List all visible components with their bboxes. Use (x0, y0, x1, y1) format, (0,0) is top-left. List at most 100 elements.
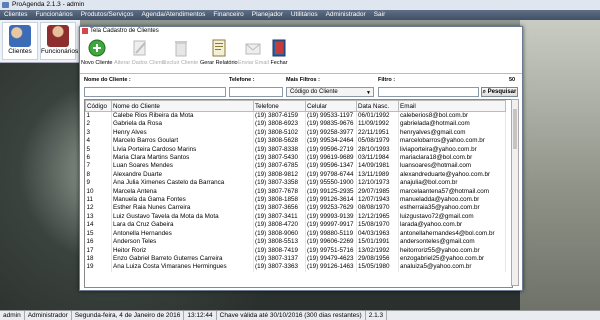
table-cell: anajulia@bol.com.br (398, 179, 506, 188)
alterar-cliente-button[interactable]: Alterar Dados Cliente (114, 38, 166, 66)
table-cell: (19) 3807-8338 (253, 145, 306, 155)
table-cell: (19) 99126-1463 (305, 263, 357, 272)
left-shortcut-panel: Clientes Funcionários (0, 20, 80, 63)
table-cell: (19) 99125-2935 (305, 187, 357, 197)
funcionarios-shortcut-button[interactable]: Funcionários (40, 22, 78, 60)
table-cell: 8 (85, 170, 112, 180)
menu-sair[interactable]: Sair (370, 10, 390, 20)
table-cell: 08/08/1970 (356, 204, 399, 213)
table-row[interactable]: 19 Ana Luiza Costa Vimaranes Hermingues (1… (85, 263, 506, 272)
table-cell: 05/08/1979 (356, 137, 399, 146)
table-cell: Ana Luiza Costa Vimaranes Hermingues (111, 263, 254, 272)
table-cell: antonellahernandes4@bol.com.br (398, 229, 506, 239)
column-header-codigo[interactable]: Código (85, 100, 112, 112)
table-cell: (19) 3807-6785 (253, 162, 306, 171)
table-cell: 5 (85, 145, 112, 155)
window-title: ProAgenda 2.1.3 - admin (12, 1, 85, 8)
mais-filtros-value: Código do Cliente (290, 89, 338, 95)
gerar-relatorio-label: Gerar Relatório (200, 60, 238, 66)
table-cell: (19) 3808-9812 (253, 170, 306, 180)
table-row[interactable]: 17 Heitor Roriz (19) 3808-7419 (19) 99751-5… (85, 246, 506, 255)
table-row[interactable]: 15 Antonella Hernandes (19) 3808-9060 (19) … (85, 229, 506, 239)
column-header-nome[interactable]: Nome do Cliente (111, 100, 254, 112)
table-row[interactable]: 7 Luan Soares Mendes (19) 3807-6785 (19) 99… (85, 162, 506, 171)
menu-clientes[interactable]: Clientes (0, 10, 31, 20)
excluir-cliente-button[interactable]: Excluir Cliente (163, 38, 198, 66)
menu-administrador[interactable]: Administrador (322, 10, 370, 20)
table-cell: mariaclara18@bol.com.br (398, 154, 506, 163)
app-icon (2, 2, 9, 8)
table-row[interactable]: 11 Manuela da Gama Fontes (19) 3808-1858 (1… (85, 196, 506, 205)
dialog-icon (82, 28, 88, 34)
table-cell: Maria Clara Martins Santos (111, 154, 254, 163)
table-row[interactable]: 2 Gabriela da Rosa (19) 3808-6923 (19) 9983… (85, 120, 506, 129)
nome-cliente-input[interactable] (84, 87, 226, 97)
table-cell: 7 (85, 162, 112, 171)
table-row[interactable]: 9 Ana Julia Ximenes Castelo da Barranca (1… (85, 179, 506, 188)
table-cell: liviaporteira@yahoo.com.br (398, 145, 506, 155)
table-row[interactable]: 4 Marcelo Barros Goulart (19) 3808-5628 (19… (85, 137, 506, 146)
menu-utilitarios[interactable]: Utilitários (287, 10, 322, 20)
table-cell: Henry Alves (111, 128, 254, 138)
fechar-button[interactable]: Fechar (270, 38, 288, 66)
table-row[interactable]: 1 Calebe Rios Ribeira da Mota (19) 3807-61… (85, 111, 506, 121)
table-row[interactable]: 13 Luiz Gustavo Tavela da Mota da Mota (19… (85, 212, 506, 222)
table-cell: andersonteles@gmail.com (398, 238, 506, 247)
column-header-data-nasc[interactable]: Data Nasc. (356, 100, 399, 112)
table-cell: Heitor Roriz (111, 246, 254, 255)
enviar-email-button[interactable]: Enviar Email (238, 38, 269, 66)
table-cell: 03/11/1984 (356, 154, 399, 163)
toolbar-divider (80, 73, 522, 74)
table-cell: (19) 3808-1858 (253, 196, 306, 205)
table-cell: 10 (85, 187, 112, 197)
table-cell: 18 (85, 254, 112, 264)
table-cell: 29/08/1956 (356, 254, 399, 264)
clientes-shortcut-button[interactable]: Clientes (2, 22, 38, 60)
menu-funcionarios[interactable]: Funcionários (31, 10, 76, 20)
table-row[interactable]: 3 Henry Alves (19) 3808-5102 (19) 99258-397… (85, 128, 506, 138)
excluir-cliente-label: Excluir Cliente (163, 60, 199, 66)
novo-cliente-button[interactable]: Novo Cliente (81, 38, 113, 66)
table-cell: 1 (85, 111, 112, 121)
table-cell: (19) 99835-9676 (305, 120, 357, 129)
filtro-input[interactable] (378, 87, 479, 97)
gerar-relatorio-button[interactable]: Gerar Relatório (200, 38, 238, 66)
menu-financeiro[interactable]: Financeiro (209, 10, 247, 20)
table-row[interactable]: 5 Lívia Porteira Cardoso Marins (19) 3807-… (85, 145, 506, 155)
table-cell: heitorroriz55@yahoo.com.br (398, 246, 506, 255)
table-cell: 22/11/1951 (356, 128, 399, 138)
table-scrollbar[interactable] (511, 99, 519, 286)
scrollbar-thumb[interactable] (513, 109, 517, 149)
pesquisar-button[interactable]: ⌕ Pesquisar (481, 87, 518, 97)
table-cell: 15/01/1991 (356, 238, 399, 247)
table-row[interactable]: 10 Marcela Antena (19) 3807-7678 (19) 99125… (85, 187, 506, 197)
table-row[interactable]: 6 Maria Clara Martins Santos (19) 3807-543… (85, 154, 506, 163)
table-cell: Calebe Rios Ribeira da Mota (111, 111, 254, 121)
table-cell: Alexandre Duarte (111, 170, 254, 180)
table-row[interactable]: 16 Anderson Teles (19) 3808-5513 (19) 99606… (85, 238, 506, 247)
telefone-label: Telefone : (229, 77, 255, 83)
column-header-email[interactable]: Email (398, 100, 506, 112)
column-header-celular[interactable]: Celular (305, 100, 357, 112)
table-cell: 17 (85, 246, 112, 255)
table-cell: (19) 3807-3411 (253, 212, 306, 222)
column-header-telefone[interactable]: Telefone (253, 100, 306, 112)
table-row[interactable]: 18 Enzo Gabriel Barreto Guterres Carreira… (85, 254, 506, 264)
table-cell: (19) 3807-7678 (253, 187, 306, 197)
telefone-input[interactable] (229, 87, 283, 97)
menu-agenda-atendimentos[interactable]: Agenda/Atendimentos (137, 10, 209, 20)
table-cell: (19) 99606-2269 (305, 238, 357, 247)
table-cell: 2 (85, 120, 112, 129)
mais-filtros-select[interactable]: Código do Cliente ▼ (286, 87, 374, 97)
table-row[interactable]: 12 Esther Raia Nunes Carreira (19) 3807-36… (85, 204, 506, 213)
table-cell: Luan Soares Mendes (111, 162, 254, 171)
table-row[interactable]: 8 Alexandre Duarte (19) 3808-9812 (19) 9979… (85, 170, 506, 180)
table-cell: Lívia Porteira Cardoso Marins (111, 145, 254, 155)
clientes-shortcut-label: Clientes (8, 48, 32, 55)
table-cell: (19) 3807-3358 (253, 179, 306, 188)
table-cell: (19) 99619-9689 (305, 154, 357, 163)
menu-planejador[interactable]: Planejador (248, 10, 287, 20)
menu-produtos-servicos[interactable]: Produtos/Serviços (77, 10, 138, 20)
table-row[interactable]: 14 Lara da Cruz Gabeira (19) 3808-4720 (19)… (85, 221, 506, 230)
table-cell: Enzo Gabriel Barreto Guterres Carreira (111, 254, 254, 264)
